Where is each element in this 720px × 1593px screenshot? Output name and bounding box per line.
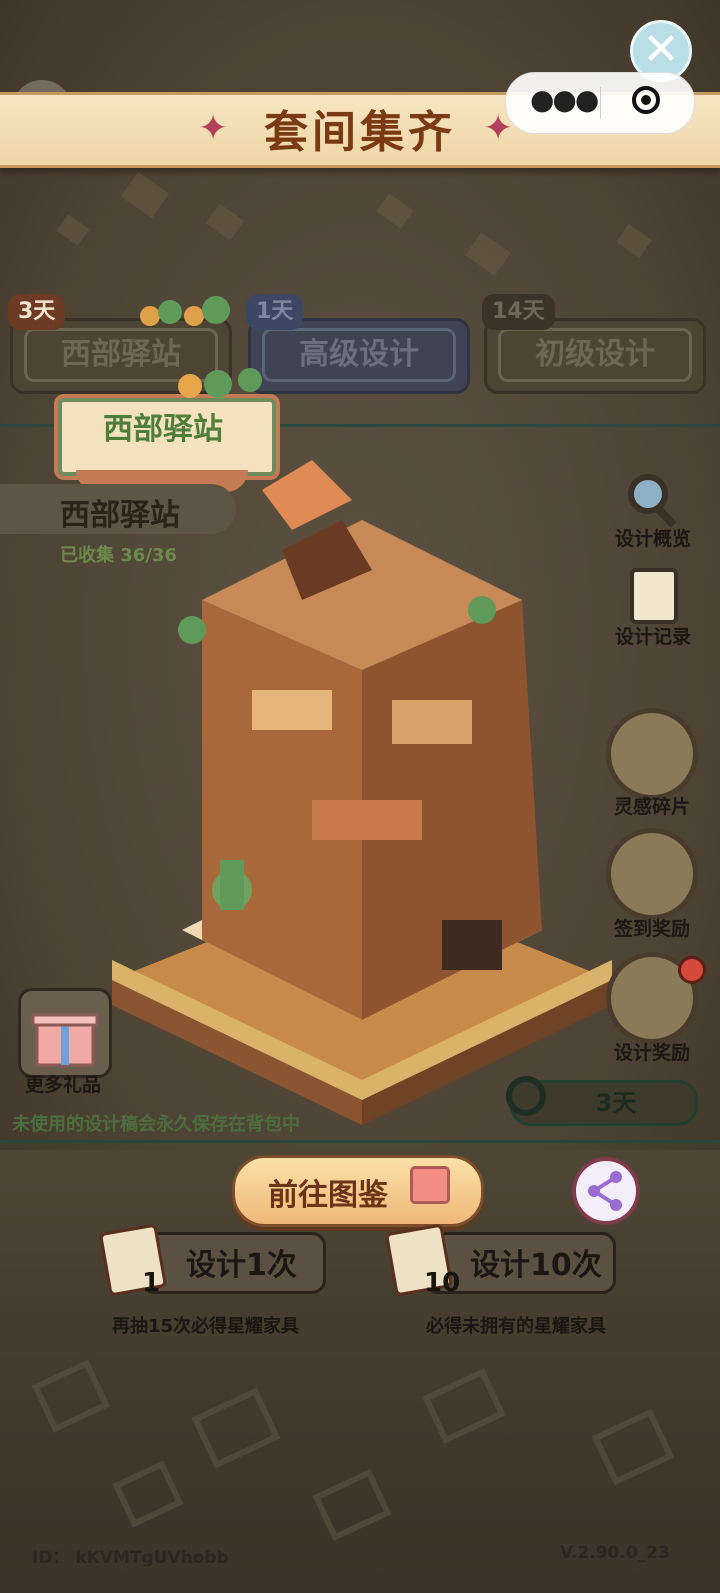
map-fragment-icon[interactable] <box>606 708 698 800</box>
menu-design-reward[interactable]: 设计奖励 <box>600 1038 704 1065</box>
set-sign-label: 西部驿站 <box>103 412 223 447</box>
draw-ten-label: 设计10次 <box>470 1248 602 1283</box>
cactus-decoration <box>178 368 262 398</box>
room-illustration <box>112 460 612 1125</box>
draw-ten-count: 10 <box>424 1268 461 1298</box>
more-dots-icon[interactable]: ●●● <box>530 83 599 116</box>
clipboard-icon[interactable] <box>630 568 678 624</box>
section-divider <box>0 1140 720 1143</box>
draw-once-count: 1 <box>142 1268 161 1298</box>
share-icon <box>588 1171 622 1211</box>
share-button[interactable] <box>572 1157 640 1225</box>
menu-design-record[interactable]: 设计记录 <box>606 622 700 649</box>
gift-graphic <box>31 1013 99 1067</box>
menu-inspiration-fragments[interactable]: 灵感碎片 <box>600 792 704 819</box>
cactus-decoration <box>140 296 230 326</box>
user-id: ID： kKVMTgUVhobb <box>32 1548 229 1568</box>
clock-icon <box>506 1076 546 1116</box>
mini-program-capsule: ●●● <box>505 72 695 134</box>
more-gifts-label[interactable]: 更多礼品 <box>8 1070 118 1097</box>
menu-checkin-reward[interactable]: 签到奖励 <box>600 914 704 941</box>
draw-ten-hint: 必得未拥有的星耀家具 <box>426 1316 606 1337</box>
tab-days-badge: 3天 <box>8 294 66 330</box>
app-version: V.2.90.0_23 <box>560 1543 670 1563</box>
tab-advanced-design[interactable]: 高级设计 1天 <box>246 294 470 398</box>
timer-text: 3天 <box>595 1089 637 1117</box>
draw-once-label: 设计1次 <box>186 1248 297 1283</box>
calendar-icon[interactable] <box>606 828 698 920</box>
tab-label: 高级设计 <box>262 328 456 382</box>
capsule-divider <box>600 87 601 119</box>
tab-label: 初级设计 <box>498 328 692 382</box>
menu-design-overview[interactable]: 设计概览 <box>606 524 700 551</box>
notification-badge <box>678 956 706 984</box>
draw-once-hint: 再抽15次必得星耀家具 <box>112 1316 300 1337</box>
tab-basic-design[interactable]: 初级设计 14天 <box>482 294 706 398</box>
tab-days-badge: 14天 <box>482 294 555 330</box>
go-catalog-label: 前往图鉴 <box>268 1178 388 1213</box>
gift-icon <box>410 1166 450 1204</box>
exit-target-icon[interactable] <box>632 86 660 114</box>
close-icon: ✕ <box>642 24 680 75</box>
tab-days-badge: 1天 <box>246 294 304 330</box>
gift-box-icon[interactable] <box>18 988 112 1078</box>
storage-note: 未使用的设计稿会永久保存在背包中 <box>12 1114 300 1135</box>
